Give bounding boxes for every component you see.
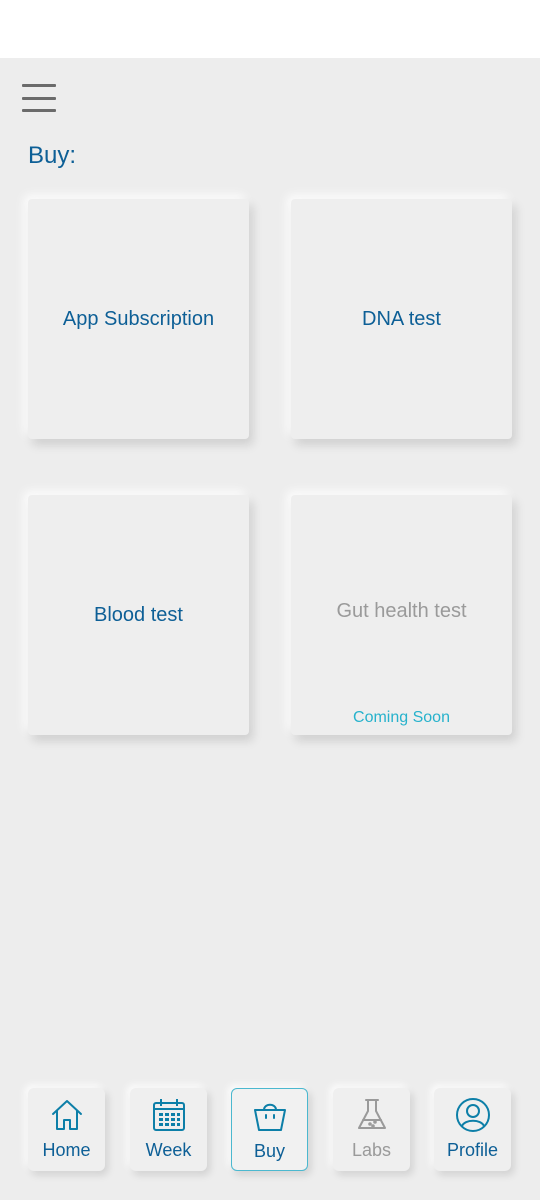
- nav-label: Home: [42, 1140, 91, 1160]
- nav-week-button[interactable]: Week: [130, 1088, 207, 1171]
- app-screen: Buy: App Subscription DNA test Blood tes…: [0, 58, 540, 1200]
- card-label: Gut health test: [336, 599, 467, 622]
- card-label: App Subscription: [62, 307, 215, 330]
- card-label: Blood test: [94, 603, 183, 626]
- nav-label: Buy: [253, 1141, 286, 1161]
- nav-label: Labs: [351, 1140, 392, 1160]
- hamburger-menu-icon[interactable]: [22, 82, 58, 114]
- coming-soon-badge: Coming Soon: [353, 709, 450, 726]
- profile-icon: [455, 1096, 491, 1134]
- app-subscription-card[interactable]: App Subscription: [28, 199, 249, 439]
- flask-icon: [354, 1096, 390, 1134]
- page-title: Buy:: [28, 142, 77, 169]
- nav-label: Week: [145, 1140, 192, 1160]
- dna-test-card[interactable]: DNA test: [291, 199, 512, 439]
- home-icon: [49, 1096, 85, 1134]
- calendar-icon: [151, 1096, 187, 1134]
- nav-labs-button[interactable]: Labs: [333, 1088, 410, 1171]
- nav-label: Profile: [446, 1140, 499, 1160]
- nav-home-button[interactable]: Home: [28, 1088, 105, 1171]
- card-label: DNA test: [362, 307, 441, 330]
- blood-test-card[interactable]: Blood test: [28, 495, 249, 735]
- gut-health-test-card: Gut health test Coming Soon: [291, 495, 512, 735]
- shopping-bag-icon: [252, 1097, 288, 1135]
- status-bar: [0, 0, 540, 58]
- nav-profile-button[interactable]: Profile: [434, 1088, 511, 1171]
- nav-buy-button[interactable]: Buy: [231, 1088, 308, 1171]
